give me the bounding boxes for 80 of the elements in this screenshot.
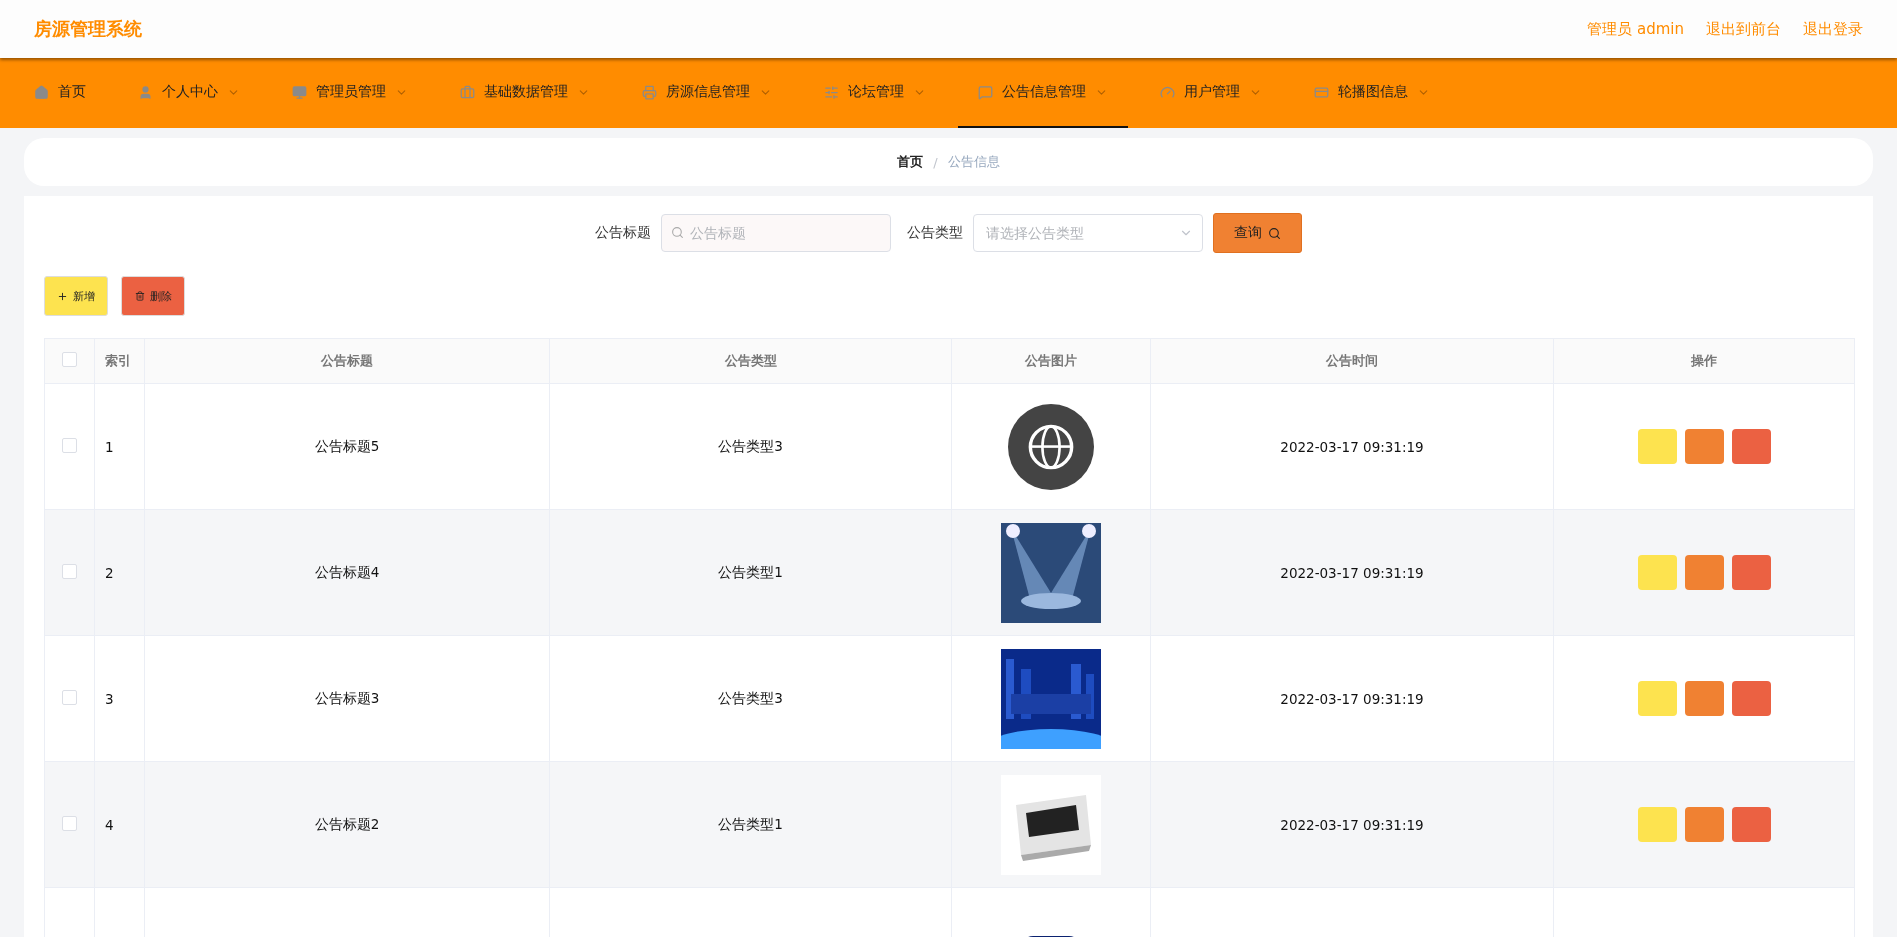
table-cell: 2022-03-17 09:31:19 [1280,564,1424,581]
gauge-icon [1160,84,1175,100]
briefcase-icon [460,84,475,100]
table-cell: 公告类型1 [718,563,783,580]
column-header: 操作 [1691,353,1717,368]
column-header: 索引 [105,353,131,368]
edit-button[interactable] [1637,681,1677,716]
table-cell: 4 [105,816,114,833]
column-header: 公告时间 [1326,353,1378,368]
nav-label: 轮播图信息 [1338,83,1408,101]
query-button[interactable]: 查询 [1213,213,1302,253]
nav-item[interactable]: 基础数据管理 [440,58,610,128]
nav-item[interactable]: 用户管理 [1140,58,1282,128]
detail-button[interactable] [1684,555,1724,590]
search-icon [671,226,684,239]
table-cell: 公告类型3 [718,689,783,706]
table-cell: 2022-03-17 09:31:19 [1280,816,1424,833]
nav-label: 管理员管理 [316,83,386,101]
table-cell: 公告类型3 [718,437,783,454]
field-label: 公告标题 [595,224,651,242]
nav-label: 首页 [58,83,86,101]
nav-label: 基础数据管理 [484,83,568,101]
detail-button[interactable] [1684,807,1724,842]
edit-button[interactable] [1637,555,1677,590]
nav-label: 公告信息管理 [1002,83,1086,101]
nav-label: 论坛管理 [848,83,904,101]
edit-button[interactable] [1637,807,1677,842]
row-checkbox[interactable] [62,815,77,831]
table-cell: 公告标题4 [314,563,380,580]
nav-item[interactable]: 首页 [14,58,106,128]
table-cell: 2022-03-17 09:31:19 [1280,690,1424,707]
search-field[interactable]: 公告标题 [661,214,891,252]
delete-button[interactable] [1731,555,1771,590]
home-icon [34,84,49,100]
sliders-icon [824,84,839,100]
app-title: 房源管理系统 [34,17,142,41]
delete-button[interactable] [1731,681,1771,716]
delete-button[interactable] [1731,429,1771,464]
nav-item[interactable]: 轮播图信息 [1294,58,1450,128]
table-cell: 1 [105,438,114,455]
table-cell: 公告类型1 [718,815,783,832]
column-header: 公告类型 [724,353,777,368]
detail-button[interactable] [1684,681,1724,716]
nav-item[interactable]: 个人中心 [118,58,260,128]
table-cell: 3 [105,690,114,707]
detail-button[interactable] [1684,429,1724,464]
table-cell: 公告标题2 [314,815,380,832]
plus-icon [57,290,68,302]
delete-button[interactable] [1731,807,1771,842]
nav-label: 用户管理 [1184,83,1240,101]
row-checkbox[interactable] [62,689,77,705]
nav-item[interactable]: 论坛管理 [804,58,946,128]
breadcrumb-separator: / [933,154,938,170]
nav-label: 个人中心 [162,83,218,101]
delete-button[interactable]: 删除 [121,276,185,316]
table-cell: 公告标题3 [314,689,380,706]
card-icon [1314,84,1329,100]
table-cell: 2022-03-17 09:31:19 [1280,438,1424,455]
trash-icon [134,291,145,301]
user-icon [138,84,153,100]
field-label: 公告类型 [907,224,963,242]
row-checkbox[interactable] [62,563,77,579]
monitor-icon [292,84,307,100]
table-cell: 公告标题5 [314,437,380,454]
nav-item[interactable]: 房源信息管理 [622,58,792,128]
column-header: 公告标题 [321,353,373,368]
row-checkbox[interactable] [62,437,77,453]
add-button[interactable]: 新增 [44,276,108,316]
search-icon [1268,226,1281,240]
edit-button[interactable] [1637,429,1677,464]
breadcrumb-item[interactable]: 首页 [897,153,924,171]
nav-label: 房源信息管理 [666,83,750,101]
nav-item[interactable]: 公告信息管理 [958,58,1128,128]
column-header: 公告图片 [1025,353,1077,368]
type-select[interactable]: 请选择公告类型 [973,214,1203,252]
table-cell: 2 [105,564,114,581]
printer-icon [642,84,657,100]
nav-item[interactable]: 管理员管理 [272,58,428,128]
select-all-checkbox[interactable] [62,352,77,367]
chat-icon [978,84,993,100]
